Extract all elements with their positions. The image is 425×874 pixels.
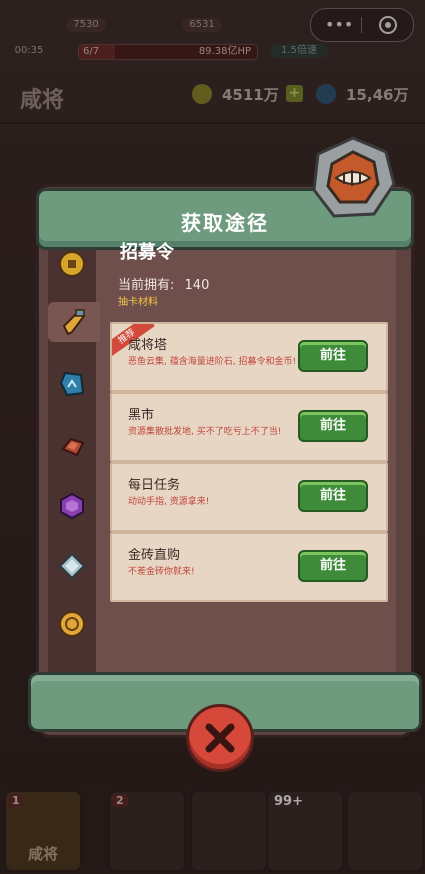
- go-button[interactable]: 前往: [298, 550, 368, 582]
- item-description: 抽卡材料: [118, 297, 158, 308]
- tab-brick[interactable]: [52, 426, 92, 466]
- tab-gold-medal[interactable]: [52, 604, 92, 644]
- source-card-black-market: 黑市 资源集散批发地, 买不了吃亏上不了当! 前往: [110, 392, 388, 462]
- source-name: 咸将塔: [128, 338, 168, 353]
- source-name: 黑市: [128, 408, 155, 423]
- tab-advance-stone[interactable]: [52, 364, 92, 404]
- fish-bone-emblem-icon: [312, 136, 396, 218]
- coin-icon: [59, 251, 85, 277]
- owned-label: 当前拥有:: [118, 278, 175, 293]
- source-card-daily-task: 每日任务 动动手指, 资源拿来! 前往: [110, 462, 388, 532]
- go-button[interactable]: 前往: [298, 410, 368, 442]
- item-name: 招募令: [120, 242, 174, 263]
- go-button[interactable]: 前往: [298, 340, 368, 372]
- source-desc: 不差金砖你就来!: [128, 567, 195, 577]
- source-card-tower: 推荐 咸将塔 恶鱼云集, 蕴含海量进阶石, 招募令和金币! 前往: [110, 322, 388, 392]
- acquire-dialog: 获取途径 招募令 当前拥有: 140 抽卡材料 推荐 咸将塔 恶鱼云集, 蕴含海…: [28, 136, 422, 738]
- source-card-gold-brick: 金砖直购 不差金砖你就来! 前往: [110, 532, 388, 602]
- source-desc: 资源集散批发地, 买不了吃亏上不了当!: [128, 427, 282, 437]
- advance-stone-icon: [59, 371, 85, 397]
- tab-silver-crystal[interactable]: [52, 546, 92, 586]
- brick-icon: [61, 437, 85, 457]
- owned-line: 当前拥有: 140: [118, 274, 209, 293]
- source-name: 金砖直购: [128, 548, 181, 563]
- tab-coin[interactable]: [52, 244, 92, 284]
- purple-gem-icon: [60, 492, 84, 520]
- close-dialog-button[interactable]: [186, 704, 254, 772]
- recruit-token-icon: [62, 309, 86, 336]
- source-name: 每日任务: [128, 478, 181, 493]
- tab-purple-gem[interactable]: [52, 486, 92, 526]
- owned-count: 140: [184, 278, 210, 293]
- tab-recruit-token[interactable]: [48, 302, 100, 342]
- source-desc: 恶鱼云集, 蕴含海量进阶石, 招募令和金币!: [128, 357, 297, 367]
- source-desc: 动动手指, 资源拿来!: [128, 497, 210, 507]
- go-button[interactable]: 前往: [298, 480, 368, 512]
- close-icon: [205, 723, 235, 753]
- silver-crystal-icon: [58, 552, 86, 580]
- gold-medal-icon: [59, 611, 85, 637]
